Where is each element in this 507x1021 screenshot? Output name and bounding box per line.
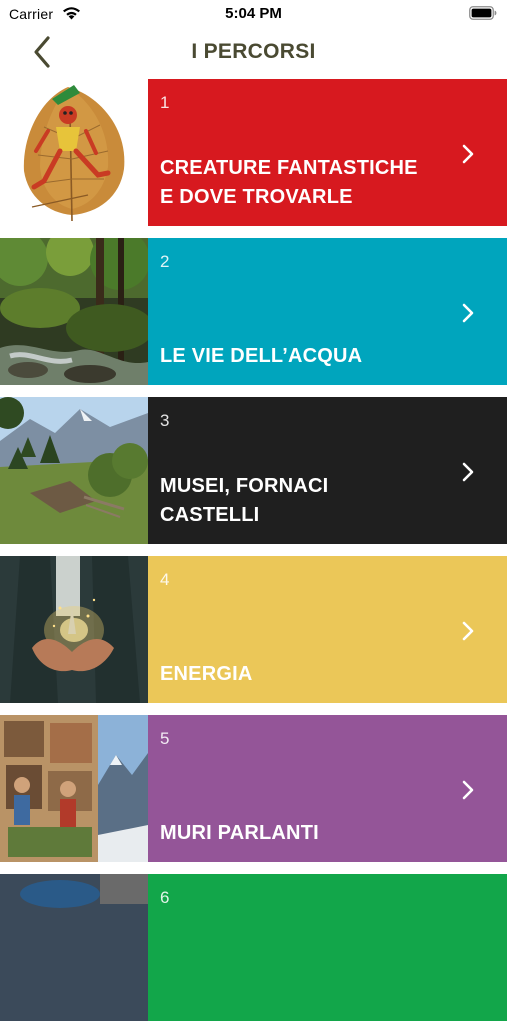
route-title: CREATURE FANTASTICHE E DOVE TROVARLE <box>160 157 418 208</box>
route-number: 4 <box>160 570 170 589</box>
navigation-bar: I PERCORSI <box>0 30 507 74</box>
route-thumbnail <box>0 79 148 226</box>
leaf-creature-illustration <box>0 79 148 226</box>
status-bar: Carrier 5:04 PM <box>0 0 507 30</box>
mountain-valley-photo <box>0 397 148 544</box>
painted-wall-photo <box>0 715 148 862</box>
route-thumbnail <box>0 238 148 385</box>
route-panel: 1 CREATURE FANTASTICHE E DOVE TROVARLE <box>148 79 507 226</box>
route-number: 6 <box>160 888 170 907</box>
route-panel: 2 LE VIE DELL’ACQUA <box>148 238 507 385</box>
partial-photo <box>0 874 148 1021</box>
route-panel: 6 <box>148 874 507 1021</box>
chevron-right-icon <box>462 144 474 164</box>
route-number: 3 <box>160 411 170 430</box>
route-item-3[interactable]: 3 MUSEI, FORNACI CASTELLI <box>0 397 507 544</box>
route-item-6[interactable]: 6 <box>0 874 507 1021</box>
route-number: 1 <box>160 93 170 112</box>
hands-with-light-photo <box>0 556 148 703</box>
route-number: 2 <box>160 252 170 271</box>
route-panel: 3 MUSEI, FORNACI CASTELLI <box>148 397 507 544</box>
chevron-right-icon <box>462 462 474 482</box>
route-thumbnail <box>0 397 148 544</box>
forest-stream-photo <box>0 238 148 385</box>
route-title: LE VIE DELL’ACQUA <box>160 345 363 367</box>
route-panel: 4 ENERGIA <box>148 556 507 703</box>
route-number: 5 <box>160 729 170 748</box>
status-time: 5:04 PM <box>225 5 282 22</box>
route-panel: 5 MURI PARLANTI <box>148 715 507 862</box>
route-thumbnail <box>0 556 148 703</box>
battery-icon <box>469 6 497 20</box>
route-thumbnail <box>0 715 148 862</box>
chevron-right-icon <box>462 621 474 641</box>
route-title: MUSEI, FORNACI CASTELLI <box>160 475 329 526</box>
page-title: I PERCORSI <box>191 40 316 63</box>
chevron-right-icon <box>462 780 474 800</box>
route-item-4[interactable]: 4 ENERGIA <box>0 556 507 703</box>
chevron-right-icon <box>462 303 474 323</box>
route-item-2[interactable]: 2 LE VIE DELL’ACQUA <box>0 238 507 385</box>
route-item-5[interactable]: 5 MURI PARLANTI <box>0 715 507 862</box>
route-item-1[interactable]: 1 CREATURE FANTASTICHE E DOVE TROVARLE <box>0 79 507 226</box>
route-title: MURI PARLANTI <box>160 822 319 844</box>
route-thumbnail <box>0 874 148 1021</box>
route-title: ENERGIA <box>160 663 253 685</box>
